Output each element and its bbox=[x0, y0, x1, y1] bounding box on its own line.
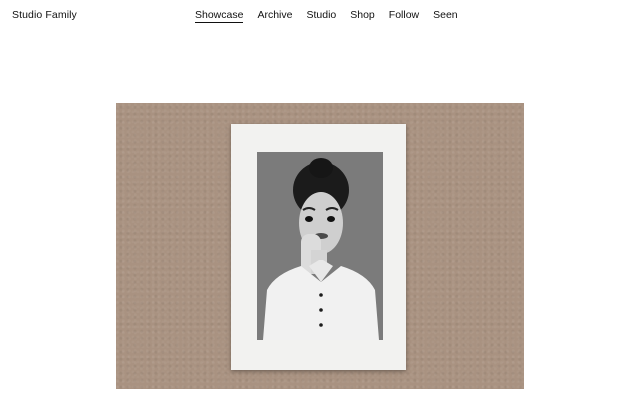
nav-studio[interactable]: Studio bbox=[306, 9, 336, 23]
site-header: Studio Family Showcase Archive Studio Sh… bbox=[0, 0, 640, 30]
shirt-button-2 bbox=[319, 308, 323, 312]
nav-shop[interactable]: Shop bbox=[350, 9, 375, 23]
shirt-button-3 bbox=[319, 323, 323, 327]
main-nav: Showcase Archive Studio Shop Follow Seen bbox=[195, 9, 458, 23]
printed-card bbox=[231, 124, 406, 370]
shirt-button-1 bbox=[319, 293, 323, 297]
portrait-photo bbox=[257, 152, 383, 340]
nav-showcase[interactable]: Showcase bbox=[195, 9, 244, 23]
brand-logo-link[interactable]: Studio Family bbox=[12, 9, 77, 21]
nav-archive[interactable]: Archive bbox=[257, 9, 292, 23]
portrait-illustration bbox=[257, 152, 383, 340]
showcase-image-stage[interactable] bbox=[116, 103, 524, 389]
hair-bun bbox=[309, 158, 333, 178]
left-eye bbox=[305, 216, 313, 222]
nav-follow[interactable]: Follow bbox=[389, 9, 419, 23]
right-eye bbox=[327, 216, 335, 222]
nav-seen[interactable]: Seen bbox=[433, 9, 458, 23]
